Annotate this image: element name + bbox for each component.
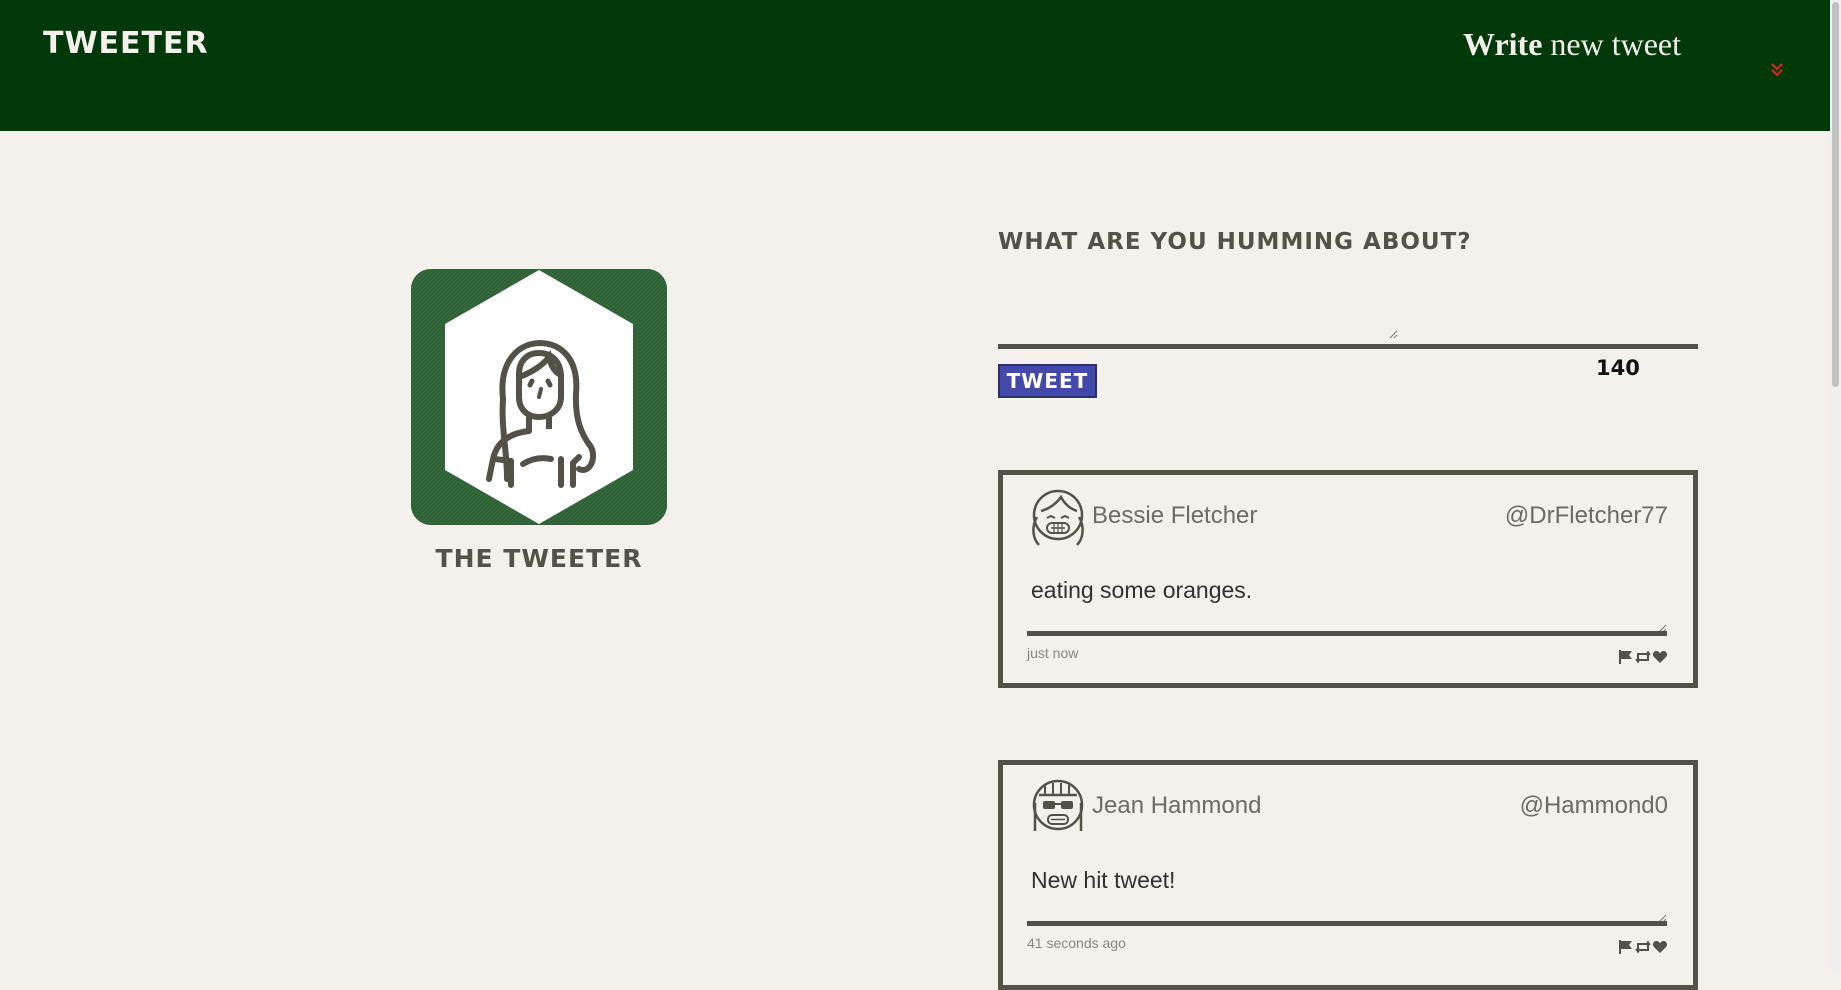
resize-grip-icon[interactable] (1388, 326, 1398, 344)
scrollbar-thumb[interactable] (1832, 2, 1839, 387)
tweet-author-handle: @DrFletcher77 (1504, 502, 1668, 529)
tweet-author-name: Jean Hammond (1092, 792, 1262, 819)
compose-heading: What are you humming about? (998, 229, 1472, 255)
tweet-author-handle: @Hammond0 (1519, 792, 1668, 819)
tweet-author-name: Bessie Fletcher (1092, 502, 1258, 529)
tweet-actions (1618, 939, 1668, 955)
page-scrollbar[interactable] (1830, 0, 1841, 971)
flag-icon[interactable] (1618, 939, 1634, 955)
compose-underline (998, 344, 1698, 349)
girl-with-pigtails-avatar-icon (1027, 483, 1089, 547)
tweet-content: New hit tweet! (1031, 867, 1176, 893)
character-counter: 140 (1596, 356, 1640, 380)
flag-icon[interactable] (1618, 649, 1634, 665)
write-new-tweet-bold: Write (1463, 26, 1543, 62)
tweet-textarea[interactable] (998, 288, 1402, 342)
brand-logo-text[interactable]: Tweeter (43, 26, 209, 61)
tweet-card: Bessie Fletcher @DrFletcher77 eating som… (998, 470, 1698, 688)
tweet-divider (1027, 921, 1667, 926)
woman-avatar-icon (411, 269, 667, 525)
top-nav: Tweeter Write new tweet (0, 0, 1830, 131)
double-chevron-down-icon[interactable] (1769, 59, 1785, 81)
profile-name: The Tweeter (435, 544, 643, 573)
profile-avatar (411, 269, 667, 525)
tweet-timestamp: just now (1027, 645, 1079, 661)
heart-icon[interactable] (1652, 939, 1668, 955)
write-new-tweet-rest: new tweet (1550, 26, 1681, 62)
tweet-card: Jean Hammond @Hammond0 New hit tweet! 41… (998, 760, 1698, 990)
tweet-actions (1618, 649, 1668, 665)
tweet-timestamp: 41 seconds ago (1027, 935, 1126, 951)
write-new-tweet-link[interactable]: Write new tweet (1463, 26, 1681, 63)
girl-with-sunglasses-avatar-icon (1027, 773, 1089, 837)
retweet-icon[interactable] (1635, 649, 1651, 665)
retweet-icon[interactable] (1635, 939, 1651, 955)
tweet-content: eating some oranges. (1031, 577, 1253, 603)
heart-icon[interactable] (1652, 649, 1668, 665)
tweet-divider (1027, 631, 1667, 636)
tweet-submit-button[interactable]: Tweet (998, 364, 1097, 398)
